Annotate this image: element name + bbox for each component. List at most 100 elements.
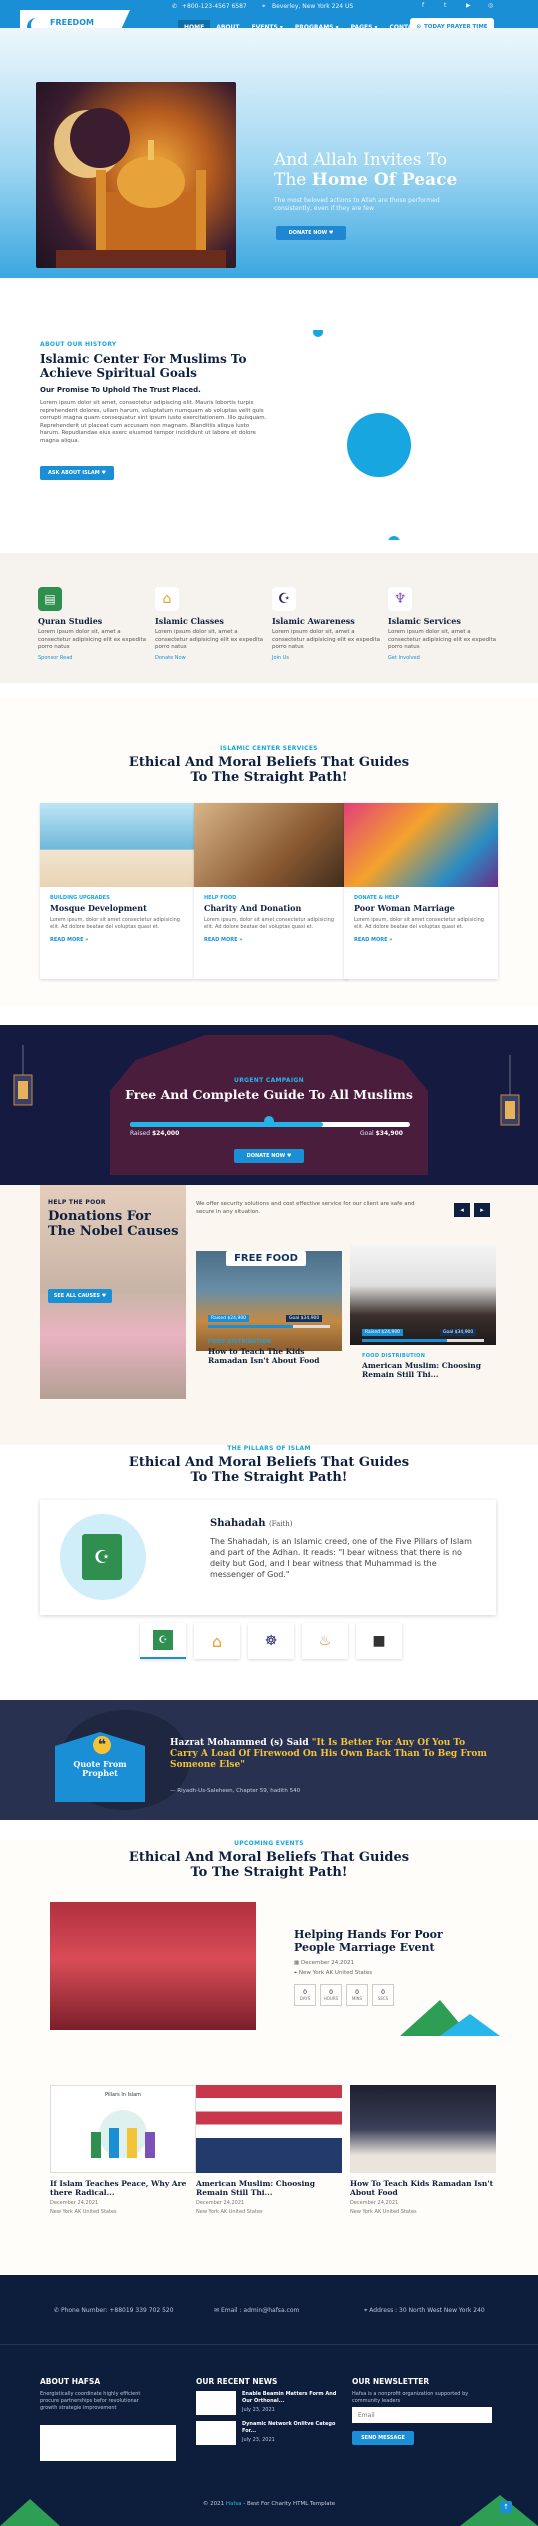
donation-box-photo bbox=[194, 803, 348, 887]
service-item[interactable]: ▤ Quran Studies Lorem ipsum dolor sit, a… bbox=[38, 587, 148, 661]
event-card[interactable]: American Muslim: Choosing Remain Still T… bbox=[196, 2085, 342, 2235]
event-location: New York AK United States bbox=[50, 2209, 117, 2215]
service-link[interactable]: Join Us bbox=[272, 655, 382, 661]
mosque-lantern-image bbox=[36, 82, 236, 268]
quote-section: ❝ Quote From Prophet Hazrat Mohammed (s)… bbox=[0, 1700, 538, 1820]
raised-value: $24,000 bbox=[151, 1130, 180, 1137]
featured-event-title[interactable]: Helping Hands For Poor People Marriage E… bbox=[294, 1928, 474, 1954]
card-tag: BUILDING UPGRADES bbox=[50, 895, 110, 901]
twitter-icon[interactable]: t bbox=[444, 2, 446, 9]
mosque-illustration bbox=[54, 108, 226, 268]
pillars-section: THE PILLARS OF ISLAM Ethical And Moral B… bbox=[0, 1445, 538, 1695]
cause-card[interactable]: FREE FOOD Raised $24,900 Goal $34,900 FO… bbox=[196, 1231, 342, 1421]
countdown-mins: 0 MINS bbox=[346, 1984, 368, 2006]
cause-goal: Goal $34,900 bbox=[286, 1315, 323, 1322]
service-item[interactable]: ☪ Islamic Awareness Lorem ipsum dolor si… bbox=[272, 587, 382, 661]
event-title: How To Teach Kids Ramadan Isn't About Fo… bbox=[350, 2179, 494, 2197]
hero-section: And Allah Invites To The Home Of Peace T… bbox=[0, 28, 538, 278]
campaign-donate-button[interactable]: DONATE NOW ♥ bbox=[234, 1149, 304, 1163]
center-tag: ISLAMIC CENTER SERVICES bbox=[220, 745, 318, 752]
copyright: © 2021 Hafsa - Best For Charity HTML Tem… bbox=[0, 2501, 538, 2507]
service-text: Lorem ipsum dolor sit, amet a consectetu… bbox=[38, 629, 147, 650]
pillar-tab-sawm[interactable]: ♨ bbox=[302, 1623, 348, 1659]
lantern-right-icon bbox=[500, 1055, 520, 1126]
free-food-sign: FREE FOOD bbox=[226, 1251, 306, 1266]
about-subtitle: Our Promise To Uphold The Trust Placed. bbox=[40, 386, 201, 394]
service-title: Quran Studies bbox=[38, 616, 103, 626]
event-date: December 24,2021 bbox=[50, 2200, 99, 2206]
countdown-mins-unit: MINS bbox=[351, 1996, 363, 2001]
topbar-location: Beverley, New York 224 US bbox=[272, 3, 354, 10]
footer-about-image bbox=[40, 2425, 176, 2461]
quote-badge-text: Quote From Prophet bbox=[73, 1759, 127, 1778]
countdown-secs-value: 0 bbox=[381, 1989, 385, 1996]
hero-title-prefix: The bbox=[274, 170, 307, 190]
campaign-tag: URGENT CAMPAIGN bbox=[234, 1077, 304, 1084]
countdown-mins-value: 0 bbox=[355, 1989, 359, 1996]
event-date: December 24,2021 bbox=[196, 2200, 245, 2206]
event-card[interactable]: Pillars In Islam If Islam Teaches Peace,… bbox=[50, 2085, 196, 2235]
topbar-phone[interactable]: +800-123-4567 6587 bbox=[182, 3, 247, 10]
news-title[interactable]: Enable Beamin Matters Form And Our Ortho… bbox=[242, 2391, 342, 2405]
send-message-button[interactable]: SEND MESSAGE bbox=[352, 2431, 414, 2445]
news-date: July 23, 2021 bbox=[242, 2407, 275, 2413]
ask-about-islam-button[interactable]: ASK ABOUT ISLAM ♥ bbox=[40, 466, 114, 480]
quote-icon: ❝ bbox=[93, 1736, 111, 1754]
service-item[interactable]: ♆ Islamic Services Lorem ipsum dolor sit… bbox=[388, 587, 498, 661]
footer-about-head: ABOUT HAFSA bbox=[40, 2377, 101, 2386]
footer-email-text: Email : admin@hafsa.com bbox=[220, 2307, 300, 2314]
pillar-tab-zakat[interactable]: ☸ bbox=[248, 1623, 294, 1659]
next-arrow-icon[interactable]: ▸ bbox=[474, 1203, 490, 1217]
footer-about-text: Energistically coordinate highly efficie… bbox=[40, 2391, 141, 2411]
food-box-photo: FREE FOOD bbox=[196, 1251, 342, 1351]
service-text: Lorem ipsum dolor sit, amet a consectetu… bbox=[272, 629, 381, 650]
service-item[interactable]: ⌂ Islamic Classes Lorem ipsum dolor sit,… bbox=[155, 587, 265, 661]
pillar-tab-shahadah[interactable]: ☪ bbox=[140, 1623, 186, 1659]
hero-donate-button[interactable]: DONATE NOW ♥ bbox=[276, 226, 346, 240]
pillar-tab-salah[interactable]: ⌂ bbox=[194, 1623, 240, 1659]
footer-phone[interactable]: ✆ Phone Number: +88019 339 702 520 bbox=[54, 2307, 174, 2314]
see-all-causes-button[interactable]: SEE ALL CAUSES ♥ bbox=[48, 1289, 112, 1303]
card-title: Mosque Development bbox=[50, 903, 147, 913]
mountain-decoration bbox=[400, 2000, 500, 2036]
phone-icon: ✆ bbox=[172, 3, 178, 10]
hero-title-line1: And Allah Invites To bbox=[274, 150, 448, 170]
pillar-tab-hajj[interactable]: ■ bbox=[356, 1623, 402, 1659]
youtube-icon[interactable]: ▶ bbox=[466, 2, 471, 9]
service-link[interactable]: Donate Now bbox=[155, 655, 265, 661]
service-text: Lorem ipsum dolor sit, amet a consectetu… bbox=[155, 629, 264, 650]
facebook-icon[interactable]: f bbox=[422, 2, 424, 9]
top-bar: ✆ +800-123-4567 6587 ⌖ Beverley, New Yor… bbox=[150, 0, 538, 14]
service-link[interactable]: Sponsor Read bbox=[38, 655, 148, 661]
countdown-days-value: 0 bbox=[303, 1989, 307, 1996]
events-title: Ethical And Moral Beliefs That Guides To… bbox=[0, 1850, 538, 1880]
service-card[interactable]: BUILDING UPGRADES Mosque Development Lor… bbox=[40, 803, 194, 979]
center-title: Ethical And Moral Beliefs That Guides To… bbox=[0, 755, 538, 785]
cause-raised: Raised $24,900 bbox=[208, 1315, 250, 1322]
read-more-link[interactable]: READ MORE » bbox=[204, 937, 348, 943]
prev-arrow-icon[interactable]: ◂ bbox=[454, 1203, 470, 1217]
newsletter-email-input[interactable] bbox=[352, 2407, 492, 2423]
cause-progress bbox=[362, 1339, 484, 1342]
service-link[interactable]: Get Involved bbox=[388, 655, 498, 661]
event-date: December 24,2021 bbox=[350, 2200, 399, 2206]
service-card[interactable]: HELP FOOD Charity And Donation Lorem ips… bbox=[194, 803, 348, 979]
countdown-secs-unit: SECS bbox=[377, 1996, 389, 2001]
scroll-top-icon[interactable]: ↑ bbox=[500, 2501, 512, 2513]
footer-email[interactable]: ✉ Email : admin@hafsa.com bbox=[214, 2307, 299, 2314]
service-card[interactable]: DONATE & HELP Poor Woman Marriage Lorem … bbox=[344, 803, 498, 979]
news-title[interactable]: Dynamic Network Onlitve Catego For... bbox=[242, 2421, 342, 2435]
footer-newsletter-text: Hafsa is a nonprofit organization suppor… bbox=[352, 2391, 469, 2404]
instagram-icon[interactable]: ◎ bbox=[488, 2, 493, 9]
events-title-l1: Ethical And Moral Beliefs That Guides bbox=[128, 1850, 410, 1865]
read-more-link[interactable]: READ MORE » bbox=[50, 937, 194, 943]
pillar-title-name: Shahadah bbox=[210, 1518, 266, 1529]
footer-news-head: OUR RECENT NEWS bbox=[196, 2377, 278, 2386]
featured-event-location: ⌖ New York AK United States bbox=[294, 1970, 372, 1977]
hero-title-strong: Home Of Peace bbox=[311, 170, 458, 190]
cause-card[interactable]: Raised $24,900 Goal $34,900 FOOD DISTRIB… bbox=[350, 1245, 496, 1435]
event-card[interactable]: How To Teach Kids Ramadan Isn't About Fo… bbox=[350, 2085, 496, 2235]
read-more-link[interactable]: READ MORE » bbox=[354, 937, 498, 943]
countdown-days-unit: DAYS bbox=[299, 1996, 311, 2001]
events-title-l2: To The Straight Path! bbox=[190, 1865, 348, 1880]
